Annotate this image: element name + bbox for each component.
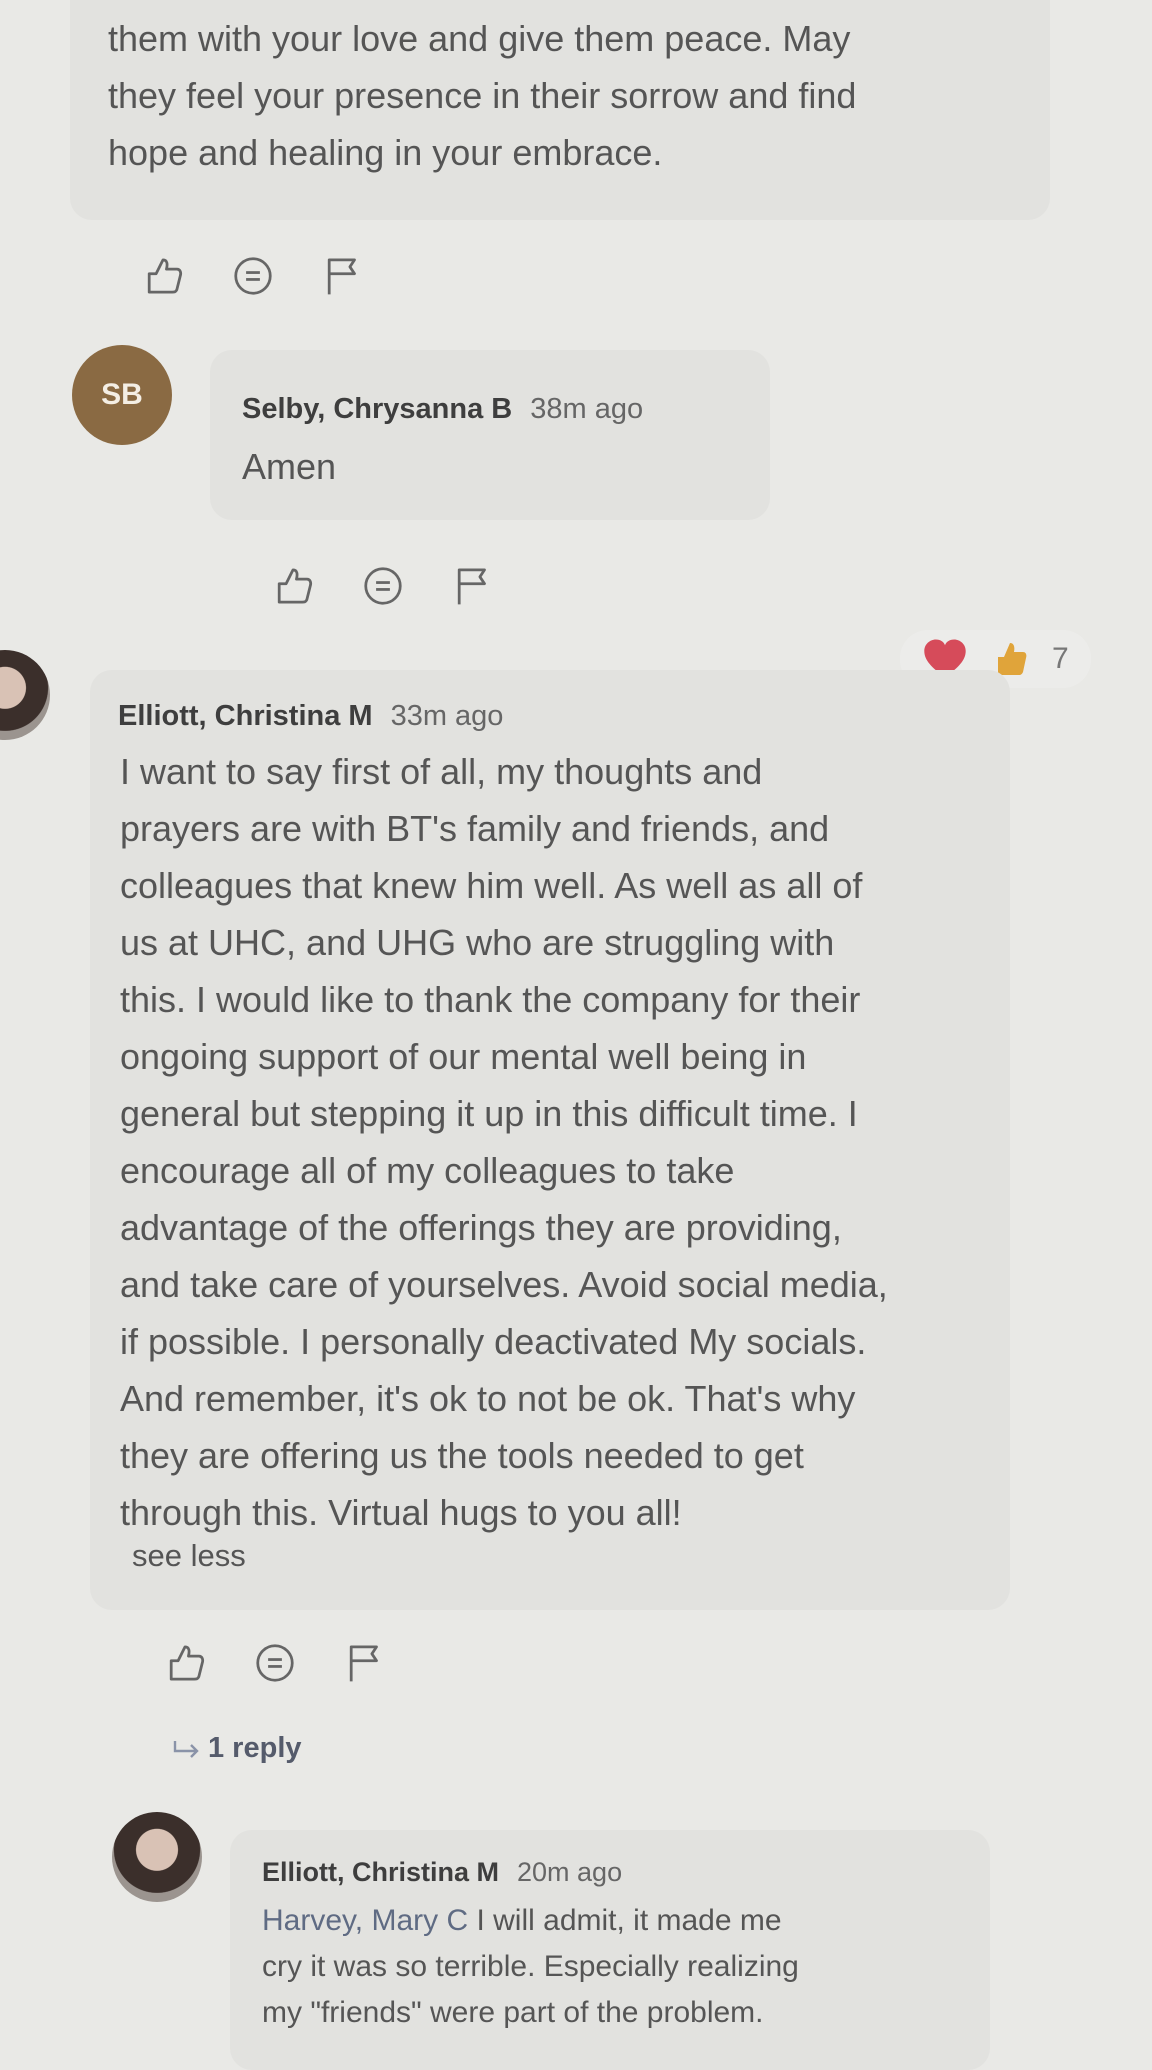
reply-line-rest: I will admit, it made me — [468, 1904, 782, 1937]
comment-line: And remember, it's ok to not be ok. That… — [120, 1378, 856, 1419]
comment-header: Elliott, Christina M 33m ago — [118, 700, 503, 733]
comment-text: I want to say first of all, my thoughts … — [120, 743, 1020, 1541]
reply-author[interactable]: Elliott, Christina M — [262, 1857, 499, 1887]
avatar-initials: SB — [101, 378, 143, 411]
flag-button[interactable] — [450, 563, 496, 614]
post-line: hope and healing in your embrace. — [108, 132, 663, 173]
comment-line: and take care of yourselves. Avoid socia… — [120, 1264, 888, 1305]
like-icon — [147, 258, 183, 294]
comment-author[interactable]: Selby, Chrysanna B — [242, 393, 512, 425]
reply-arrow-icon — [173, 1740, 199, 1758]
flag-icon — [349, 1645, 378, 1682]
flag-button[interactable] — [320, 253, 366, 304]
post-line: them with your love and give them peace.… — [108, 18, 851, 59]
post-text: them with your love and give them peace.… — [108, 10, 1058, 181]
like-button[interactable] — [140, 253, 186, 304]
comment-line: through this. Virtual hugs to you all! — [120, 1492, 682, 1533]
flag-icon — [327, 258, 356, 295]
comment-line: advantage of the offerings they are prov… — [120, 1207, 842, 1248]
avatar[interactable] — [112, 1812, 202, 1902]
mention-link[interactable]: Harvey, Mary C — [262, 1904, 468, 1937]
flag-button[interactable] — [342, 1640, 388, 1691]
comment-line: I want to say first of all, my thoughts … — [120, 751, 763, 792]
comment-line: encourage all of my colleagues to take — [120, 1150, 735, 1191]
reply-icon — [364, 567, 402, 605]
reply-button[interactable] — [252, 1640, 298, 1691]
reply-line: my "friends" were part of the problem. — [262, 1996, 764, 2029]
reply-time: 20m ago — [517, 1857, 623, 1887]
comment-line: ongoing support of our mental well being… — [120, 1036, 807, 1077]
like-icon — [169, 1645, 205, 1681]
avatar[interactable] — [0, 650, 50, 740]
see-less-link[interactable]: see less — [132, 1538, 246, 1574]
comment-line: they are offering us the tools needed to… — [120, 1435, 804, 1476]
comment-line: prayers are with BT's family and friends… — [120, 808, 830, 849]
comment-author[interactable]: Elliott, Christina M — [118, 700, 373, 732]
reply-header: Elliott, Christina M 20m ago — [262, 1857, 622, 1888]
comment-header: Selby, Chrysanna B 38m ago — [242, 393, 643, 426]
comment-line: general but stepping it up in this diffi… — [120, 1093, 858, 1134]
comment-line: if possible. I personally deactivated My… — [120, 1321, 867, 1362]
reply-icon — [256, 1644, 294, 1682]
replies-toggle[interactable]: 1 reply — [172, 1732, 302, 1765]
post-actions — [140, 253, 366, 304]
comment-actions — [162, 1640, 388, 1691]
flag-icon — [457, 568, 486, 605]
like-button[interactable] — [270, 563, 316, 614]
reply-icon — [234, 257, 272, 295]
replies-count-link: 1 reply — [208, 1732, 302, 1764]
comment-time: 33m ago — [390, 700, 504, 732]
comment-time: 38m ago — [530, 393, 644, 425]
like-icon — [277, 568, 313, 604]
comment-line: this. I would like to thank the company … — [120, 979, 861, 1020]
avatar[interactable]: SB — [72, 345, 172, 445]
reply-text: Harvey, Mary C I will admit, it made me … — [262, 1898, 982, 2036]
like-button[interactable] — [162, 1640, 208, 1691]
reply-line: cry it was so terrible. Especially reali… — [262, 1950, 799, 1983]
comment-line: us at UHC, and UHG who are struggling wi… — [120, 922, 835, 963]
reaction-count: 7 — [1052, 642, 1069, 675]
comment-text: Amen — [242, 446, 337, 487]
reply-button[interactable] — [360, 563, 406, 614]
comment-actions — [270, 563, 496, 614]
reply-button[interactable] — [230, 253, 276, 304]
comment-line: colleagues that knew him well. As well a… — [120, 865, 863, 906]
post-line: they feel your presence in their sorrow … — [108, 75, 857, 116]
reply-line: Harvey, Mary C I will admit, it made me — [262, 1898, 982, 1944]
